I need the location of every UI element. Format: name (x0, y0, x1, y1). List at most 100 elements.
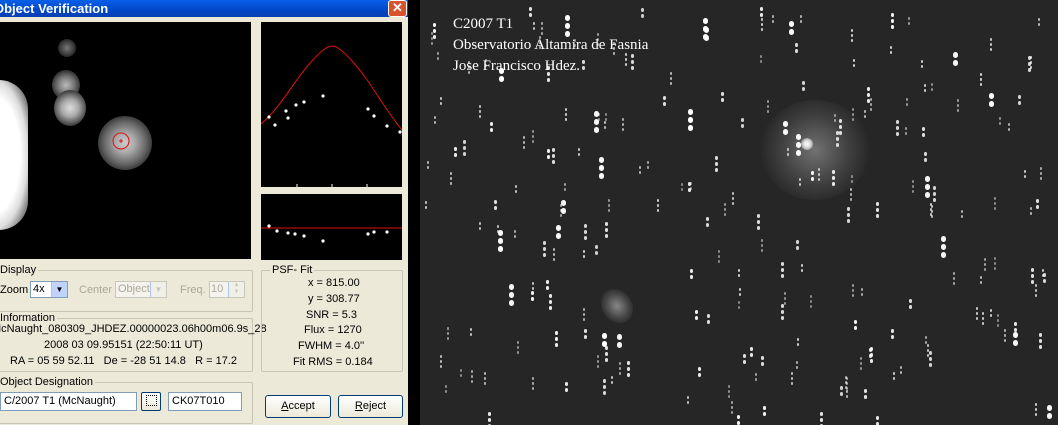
star-trail-dot (933, 186, 936, 190)
star-trail-dot (850, 193, 852, 196)
zoomed-image-panel[interactable] (0, 22, 251, 259)
object-name-field[interactable]: C/2007 T1 (McNaught) (0, 392, 137, 411)
star-trail-dot (555, 331, 558, 335)
star-trail-dot (924, 158, 927, 162)
chevron-down-icon: ▼ (150, 282, 166, 297)
star-trail-dot (532, 377, 534, 380)
star-trail-dot (846, 387, 848, 390)
star-trail-dot (533, 22, 535, 25)
star-trail-dot (870, 347, 873, 351)
object-code-field[interactable]: CK07T010 (168, 392, 242, 411)
star-trail-dot (1042, 269, 1044, 272)
star-trail-dot (957, 99, 959, 102)
star-trail-dot (631, 54, 634, 58)
star-trail-dot (695, 316, 698, 320)
star-trail-dot (1035, 289, 1037, 292)
star-trail-dot (912, 185, 914, 188)
star-trail-dot (445, 390, 447, 393)
star-trail-dot (552, 154, 555, 158)
comet-nucleus (801, 138, 813, 150)
star-trail-dot (891, 329, 894, 333)
browse-button[interactable] (141, 392, 161, 411)
star-trail-dot (909, 305, 912, 309)
star-trail-dot (721, 98, 724, 102)
star-trail-dot (891, 25, 894, 29)
star-trail-dot (605, 113, 607, 116)
star-trail-dot (1018, 95, 1021, 99)
star-trail-dot (850, 198, 852, 201)
star-trail-dot (876, 416, 879, 420)
star-trail-dot (997, 324, 999, 327)
star-trail-dot (531, 291, 534, 295)
zoom-label: Zoom (0, 284, 29, 296)
star-trail-dot (517, 341, 519, 344)
star-trail-dot (906, 98, 908, 101)
star-trail-dot (647, 166, 649, 169)
star-trail-dot (999, 117, 1001, 120)
star-trail-dot (565, 388, 568, 392)
star-trail-dot (925, 184, 930, 190)
star-trail-dot (927, 354, 929, 357)
star-trail-dot (870, 103, 872, 106)
center-select[interactable]: Object ▼ (115, 281, 167, 298)
object-code-value: CK07T010 (172, 395, 225, 407)
star-trail-dot (961, 210, 963, 213)
star-trail-dot (565, 108, 567, 111)
star-trail-dot (750, 347, 753, 351)
star-trail-dot (690, 275, 693, 279)
star-trail-dot (724, 213, 726, 216)
star-trail-dot (721, 92, 724, 96)
star-trail-dot (1004, 329, 1006, 332)
title-bar[interactable]: Object Verification ✕ (0, 0, 408, 17)
star-trail-dot (961, 215, 963, 218)
star-trail-dot (755, 373, 757, 376)
star-trail-dot (555, 343, 558, 347)
zoom-select[interactable]: 4x ▼ (30, 281, 68, 298)
star-trail-dot (498, 246, 503, 252)
star-trail-dot (625, 58, 627, 61)
star-trail-dot (908, 17, 910, 20)
star-trail-dot (994, 262, 996, 265)
star-trail-dot (743, 354, 746, 358)
star-trail-dot (738, 301, 740, 304)
star-trail-dot (549, 294, 552, 298)
star-trail-dot (929, 363, 932, 367)
star-trail-dot (927, 349, 929, 352)
star-trail-dot (532, 130, 534, 133)
star-trail-dot (578, 153, 580, 156)
star-trail-dot (767, 100, 769, 103)
star-trail-dot (890, 46, 892, 49)
star-trail-dot (670, 72, 672, 75)
star-trail-dot (738, 269, 740, 272)
star-trail-dot (980, 78, 982, 81)
star-trail-dot (608, 209, 610, 212)
star-trail-dot (698, 367, 701, 371)
close-button[interactable]: ✕ (388, 0, 407, 17)
star-trail-dot (931, 83, 933, 86)
star-trail-dot (741, 124, 744, 128)
faint-star-blob (58, 39, 76, 57)
star-trail-dot (584, 230, 587, 234)
star-trail-dot (755, 378, 757, 381)
psf-y: y = 308.77 (308, 293, 360, 305)
psf-profile-plot (261, 22, 402, 187)
star-trail-dot (595, 251, 598, 255)
freq-stepper[interactable]: 10 ▲ ▼ (209, 281, 245, 298)
star-trail-dot (767, 110, 769, 113)
star-trail-dot (627, 367, 630, 371)
reject-button[interactable]: Reject (338, 395, 403, 418)
star-trail-dot (784, 292, 786, 295)
star-trail-dot (976, 317, 978, 320)
psf-fwhm: FWHM = 4.0'' (298, 340, 365, 352)
star-trail-dot (541, 22, 543, 25)
star-trail-dot (760, 7, 763, 11)
star-trail-dot (479, 227, 481, 230)
star-trail-dot (454, 153, 457, 157)
center-label: Center (79, 284, 113, 296)
star-trail-dot (876, 202, 879, 206)
star-trail-dot (896, 126, 899, 130)
star-trail-dot (984, 268, 986, 271)
accept-button[interactable]: Accept (265, 395, 331, 418)
star-trail-dot (801, 264, 803, 267)
star-trail-dot (703, 18, 708, 24)
